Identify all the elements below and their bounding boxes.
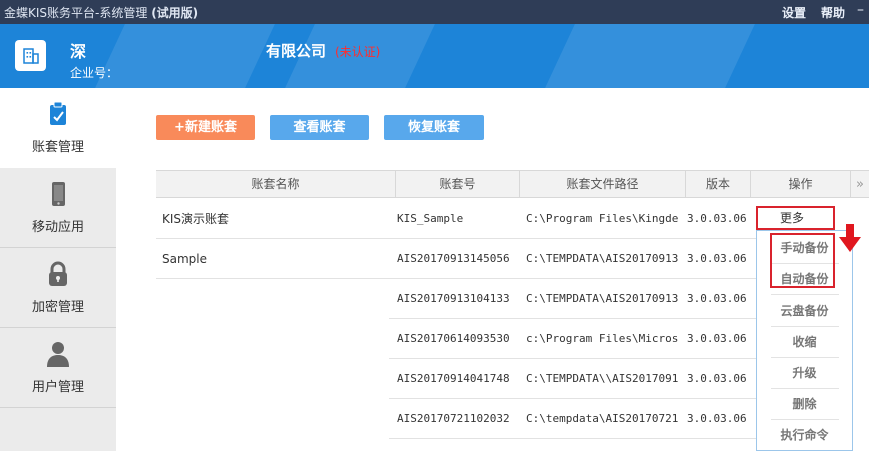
company-header: 深 有限公司 (未认证) 企业号： (0, 24, 869, 88)
row-divider (389, 438, 756, 439)
trial-label: (试用版) (151, 6, 199, 20)
scroll-right-icon[interactable]: » (851, 171, 869, 198)
cell-version: 3.0.03.06 (687, 412, 747, 425)
more-button[interactable]: 更多 (756, 206, 835, 230)
cell-path: C:\TEMPDATA\AIS2017091310 (526, 292, 678, 305)
column-header-operation: 操作 (751, 171, 851, 198)
menu-item-cloud-backup[interactable]: 云盘备份 (757, 296, 852, 326)
sidebar-item-encryption-management[interactable]: 加密管理 (0, 248, 116, 328)
menu-item-execute-command[interactable]: 执行命令 (757, 420, 852, 450)
sidebar-item-label: 加密管理 (31, 300, 84, 315)
cell-number: AIS20170614093530 (397, 332, 510, 345)
cell-number: KIS_Sample (397, 212, 464, 225)
table-header: 账套名称 账套号 账套文件路径 版本 操作 » (156, 170, 869, 198)
company-name-prefix: 深 (70, 42, 87, 61)
cell-name (162, 359, 392, 399)
cell-path: C:\Program Files\Kingdee\ (526, 212, 678, 225)
arrow-down-icon (839, 224, 861, 252)
cell-number: AIS20170913145056 (397, 252, 510, 265)
sidebar-item-label: 账套管理 (31, 140, 84, 155)
lock-icon (49, 261, 67, 286)
cell-name: KIS演示账套 (162, 212, 230, 226)
sidebar-item-user-management[interactable]: 用户管理 (0, 328, 116, 408)
cell-version: 3.0.03.06 (687, 212, 747, 225)
sidebar-item-label: 移动应用 (31, 220, 84, 235)
sidebar: 账套管理 移动应用 加密管理 用户管理 (0, 88, 116, 451)
cell-number: AIS20170914041748 (397, 372, 510, 385)
user-icon (47, 342, 69, 367)
column-header-number: 账套号 (396, 171, 520, 198)
building-icon (23, 48, 39, 64)
cell-name: Sample (162, 252, 207, 266)
cell-version: 3.0.03.06 (687, 372, 747, 385)
menu-divider (771, 294, 839, 295)
company-logo (15, 40, 46, 71)
cell-path: C:\TEMPDATA\AIS2017091314 (526, 252, 678, 265)
new-account-set-button[interactable]: +新建账套 (156, 115, 255, 140)
settings-button[interactable]: 设置 (782, 4, 806, 21)
help-button[interactable]: 帮助 (821, 4, 845, 21)
menu-item-upgrade[interactable]: 升级 (757, 358, 852, 388)
column-header-path: 账套文件路径 (520, 171, 686, 198)
header-decoration (545, 24, 755, 88)
cell-name (162, 399, 392, 439)
cell-name (162, 319, 392, 359)
company-name: 有限公司 (266, 42, 327, 60)
app-title: 金蝶KIS账务平台-系统管理 (4, 6, 148, 20)
corp-id-label: 企业号： (70, 66, 119, 80)
mobile-phone-icon (52, 182, 65, 206)
column-header-name: 账套名称 (156, 171, 396, 198)
cell-version: 3.0.03.06 (687, 332, 747, 345)
cell-path: C:\TEMPDATA\\AIS201709140 (526, 372, 678, 385)
cell-version: 3.0.03.06 (687, 252, 747, 265)
sidebar-item-mobile-apps[interactable]: 移动应用 (0, 168, 116, 248)
certification-status[interactable]: (未认证) (335, 43, 380, 60)
minimize-button[interactable]: – (857, 2, 864, 18)
cell-number: AIS20170721102032 (397, 412, 510, 425)
menu-item-delete[interactable]: 删除 (757, 389, 852, 419)
clipboard-icon (50, 101, 66, 125)
sidebar-item-label: 用户管理 (31, 380, 84, 395)
title-bar: 金蝶KIS账务平台-系统管理 (试用版) 设置 帮助 – (0, 0, 869, 24)
window-title: 金蝶KIS账务平台-系统管理 (试用版) (4, 4, 198, 21)
cell-number: AIS20170913104133 (397, 292, 510, 305)
cell-path: c:\Program Files\Microsof (526, 332, 678, 345)
cell-name (162, 279, 392, 319)
header-decoration (95, 24, 275, 88)
view-account-set-button[interactable]: 查看账套 (270, 115, 369, 140)
backup-highlight-box (770, 233, 835, 288)
menu-item-shrink[interactable]: 收缩 (757, 327, 852, 357)
sidebar-item-account-set-management[interactable]: 账套管理 (0, 88, 116, 168)
cell-path: C:\tempdata\AIS2017072110 (526, 412, 678, 425)
column-header-version: 版本 (686, 171, 751, 198)
cell-version: 3.0.03.06 (687, 292, 747, 305)
restore-account-set-button[interactable]: 恢复账套 (384, 115, 484, 140)
